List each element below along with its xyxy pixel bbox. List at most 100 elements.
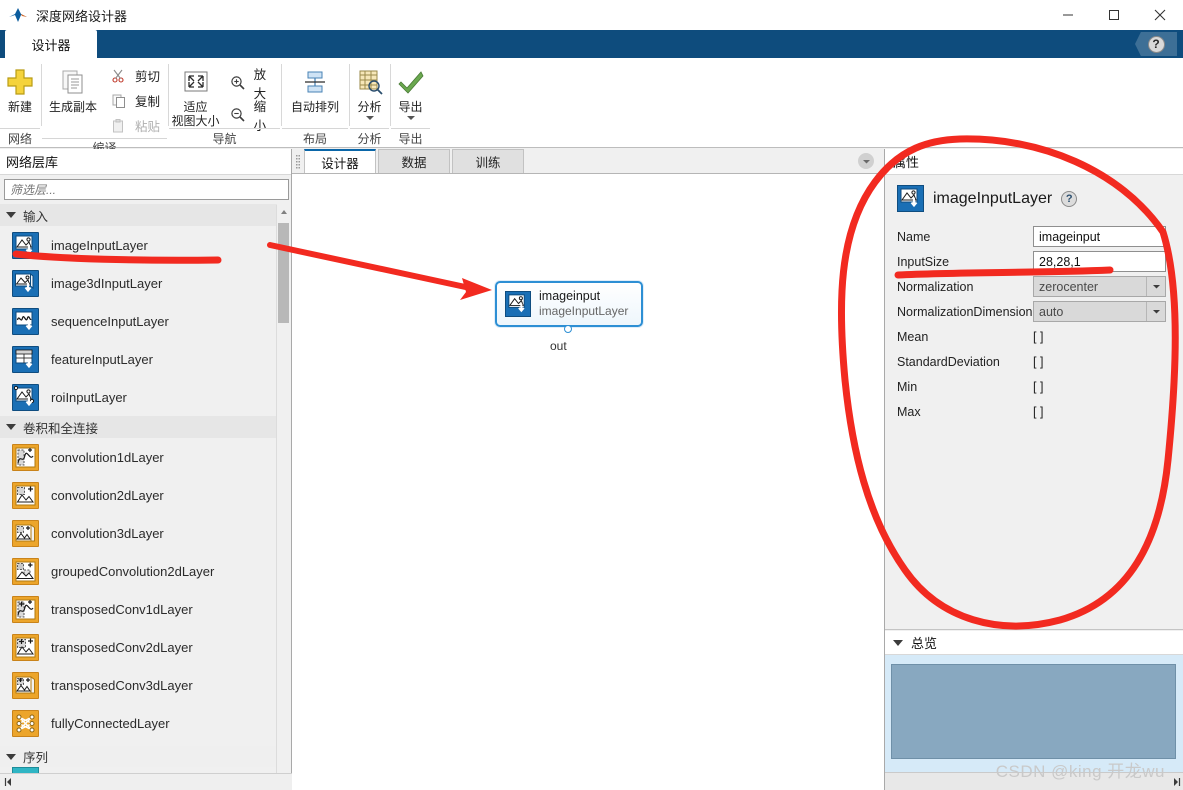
matlab-logo-icon xyxy=(8,5,30,25)
copy-button[interactable]: 复制 xyxy=(106,88,163,113)
property-label: Name xyxy=(897,229,931,244)
tab-data[interactable]: 数据 xyxy=(378,149,450,173)
deep-network-designer-window: 深度网络设计器 设计器 ? 新建 网络 生成副本 剪切 复制 粘贴 编译 适应 … xyxy=(0,0,1183,790)
overview-footer-scrollbar[interactable] xyxy=(885,772,1183,790)
chevron-down-icon[interactable] xyxy=(406,116,415,120)
list-item[interactable]: fullyConnectedLayer xyxy=(0,704,277,742)
scrollbar-thumb[interactable] xyxy=(278,223,289,323)
list-item[interactable]: convolution2dLayer xyxy=(0,476,277,514)
list-item-label: convolution3dLayer xyxy=(51,525,164,541)
mean-value: [ ] xyxy=(1033,329,1044,344)
max-value: [ ] xyxy=(1033,404,1044,419)
export-label: 导出 xyxy=(398,100,423,114)
list-item-label: featureInputLayer xyxy=(51,351,153,367)
network-node-imageinput[interactable]: imageinput imageInputLayer xyxy=(495,281,643,327)
paste-icon xyxy=(109,118,129,134)
list-item[interactable]: sequenceInputLayer xyxy=(0,302,277,340)
ribbon-group-export: 导出 导出 xyxy=(391,58,430,147)
list-item-label: imageInputLayer xyxy=(51,237,148,253)
duplicate-button[interactable]: 生成副本 xyxy=(42,62,104,114)
overview-body[interactable] xyxy=(885,655,1183,772)
plus-icon xyxy=(5,64,35,100)
layer-section-sequence-label: 序列 xyxy=(23,751,49,765)
list-item[interactable]: featureInputLayer xyxy=(0,340,277,378)
list-item[interactable]: transposedConv2dLayer xyxy=(0,628,277,666)
property-label: StandardDeviation xyxy=(897,354,1000,369)
layer-section-sequence[interactable]: 序列 xyxy=(0,746,277,767)
list-item[interactable]: convolution3dLayer xyxy=(0,514,277,552)
list-item[interactable]: convolution1dLayer xyxy=(0,438,277,476)
tab-designer[interactable]: 设计器 xyxy=(5,30,97,58)
window-title: 深度网络设计器 xyxy=(36,8,128,24)
layer-section-input[interactable]: 输入 xyxy=(0,204,277,226)
question-mark-icon[interactable]: ? xyxy=(1061,190,1078,207)
ribbon-group-edit: 生成副本 剪切 复制 粘贴 编译 xyxy=(42,58,167,155)
layer-panel-hscrollbar[interactable] xyxy=(0,773,292,790)
feature-input-icon xyxy=(12,345,39,373)
list-item-label: transposedConv3dLayer xyxy=(51,677,193,693)
node-output-port[interactable] xyxy=(564,325,572,333)
tab-designer-canvas[interactable]: 设计器 xyxy=(304,149,376,173)
zoom-out-icon xyxy=(229,107,248,123)
input-size-field[interactable] xyxy=(1033,251,1166,272)
overview-header[interactable]: 总览 xyxy=(885,631,1183,655)
analyze-button[interactable]: 分析 xyxy=(350,62,389,120)
overview-viewport-rect[interactable] xyxy=(891,664,1176,759)
zoom-out-button[interactable]: 缩小 xyxy=(226,100,280,133)
list-item[interactable]: transposedConv1dLayer xyxy=(0,590,277,628)
list-item-label: transposedConv2dLayer xyxy=(51,639,193,655)
scroll-left-icon[interactable] xyxy=(0,774,17,790)
zoom-in-button[interactable]: 放大 xyxy=(226,68,280,101)
paste-button[interactable]: 粘贴 xyxy=(106,113,163,138)
canvas-tab-bar: 设计器 数据 训练 xyxy=(292,149,884,174)
ribbon-group-analyze-label: 分析 xyxy=(350,128,389,147)
minimize-button[interactable] xyxy=(1045,0,1091,30)
normalization-dimension-select[interactable]: auto xyxy=(1033,301,1166,322)
ribbon-group-analyze: 分析 分析 xyxy=(350,58,389,147)
list-item[interactable]: transposedConv3dLayer xyxy=(0,666,277,704)
layer-filter-input[interactable] xyxy=(4,179,289,200)
layer-list-scrollbar[interactable] xyxy=(276,205,290,790)
layer-section-convolution[interactable]: 卷积和全连接 xyxy=(0,416,277,438)
name-field[interactable] xyxy=(1033,226,1166,247)
chevron-down-icon[interactable] xyxy=(365,116,374,120)
layer-filter-wrap xyxy=(0,175,291,203)
maximize-button[interactable] xyxy=(1091,0,1137,30)
duplicate-label: 生成副本 xyxy=(48,100,97,114)
help-button[interactable]: ? xyxy=(1135,32,1177,56)
node-name-label: imageinput xyxy=(539,289,601,303)
tab-training[interactable]: 训练 xyxy=(452,149,524,173)
layer-section-convolution-label: 卷积和全连接 xyxy=(23,421,99,436)
properties-layer-header: imageInputLayer ? xyxy=(885,175,1183,224)
network-canvas[interactable]: imageinput imageInputLayer out xyxy=(292,174,884,790)
export-button[interactable]: 导出 xyxy=(391,62,430,120)
chevron-down-circle-icon[interactable] xyxy=(858,153,874,169)
node-type-label: imageInputLayer xyxy=(539,304,629,318)
cut-button[interactable]: 剪切 xyxy=(106,63,163,88)
auto-arrange-icon xyxy=(301,64,329,100)
chevron-down-icon[interactable] xyxy=(1146,277,1165,296)
chevron-down-icon[interactable] xyxy=(1146,302,1165,321)
ribbon-toolbar: 新建 网络 生成副本 剪切 复制 粘贴 编译 适应 视图大小 放大 缩小 导航 … xyxy=(0,58,1183,195)
list-item-label: transposedConv1dLayer xyxy=(51,601,193,617)
list-item[interactable]: groupedConvolution2dLayer xyxy=(0,552,277,590)
list-item[interactable]: roiInputLayer xyxy=(0,378,277,416)
new-network-button[interactable]: 新建 xyxy=(0,62,40,114)
close-button[interactable] xyxy=(1137,0,1183,30)
drag-grip-icon[interactable] xyxy=(294,152,302,172)
normalization-value: zerocenter xyxy=(1039,279,1099,294)
scroll-up-icon[interactable] xyxy=(277,205,291,219)
fit-to-view-button[interactable]: 适应 视图大小 xyxy=(169,62,222,128)
ribbon-group-navigation-label: 导航 xyxy=(169,128,280,147)
list-item-label: convolution2dLayer xyxy=(51,487,164,503)
conv3d-icon xyxy=(12,519,39,547)
list-item[interactable]: imageInputLayer xyxy=(0,226,277,264)
list-item[interactable]: image3dInputLayer xyxy=(0,264,277,302)
image-input-icon xyxy=(897,185,924,212)
title-bar: 深度网络设计器 xyxy=(0,0,1183,30)
normalization-select[interactable]: zerocenter xyxy=(1033,276,1166,297)
auto-arrange-button[interactable]: 自动排列 xyxy=(284,62,346,114)
ribbon-group-navigation: 适应 视图大小 放大 缩小 导航 xyxy=(169,58,280,147)
property-row-mean: Mean [ ] xyxy=(885,324,1183,349)
scroll-right-icon[interactable] xyxy=(1167,774,1183,790)
